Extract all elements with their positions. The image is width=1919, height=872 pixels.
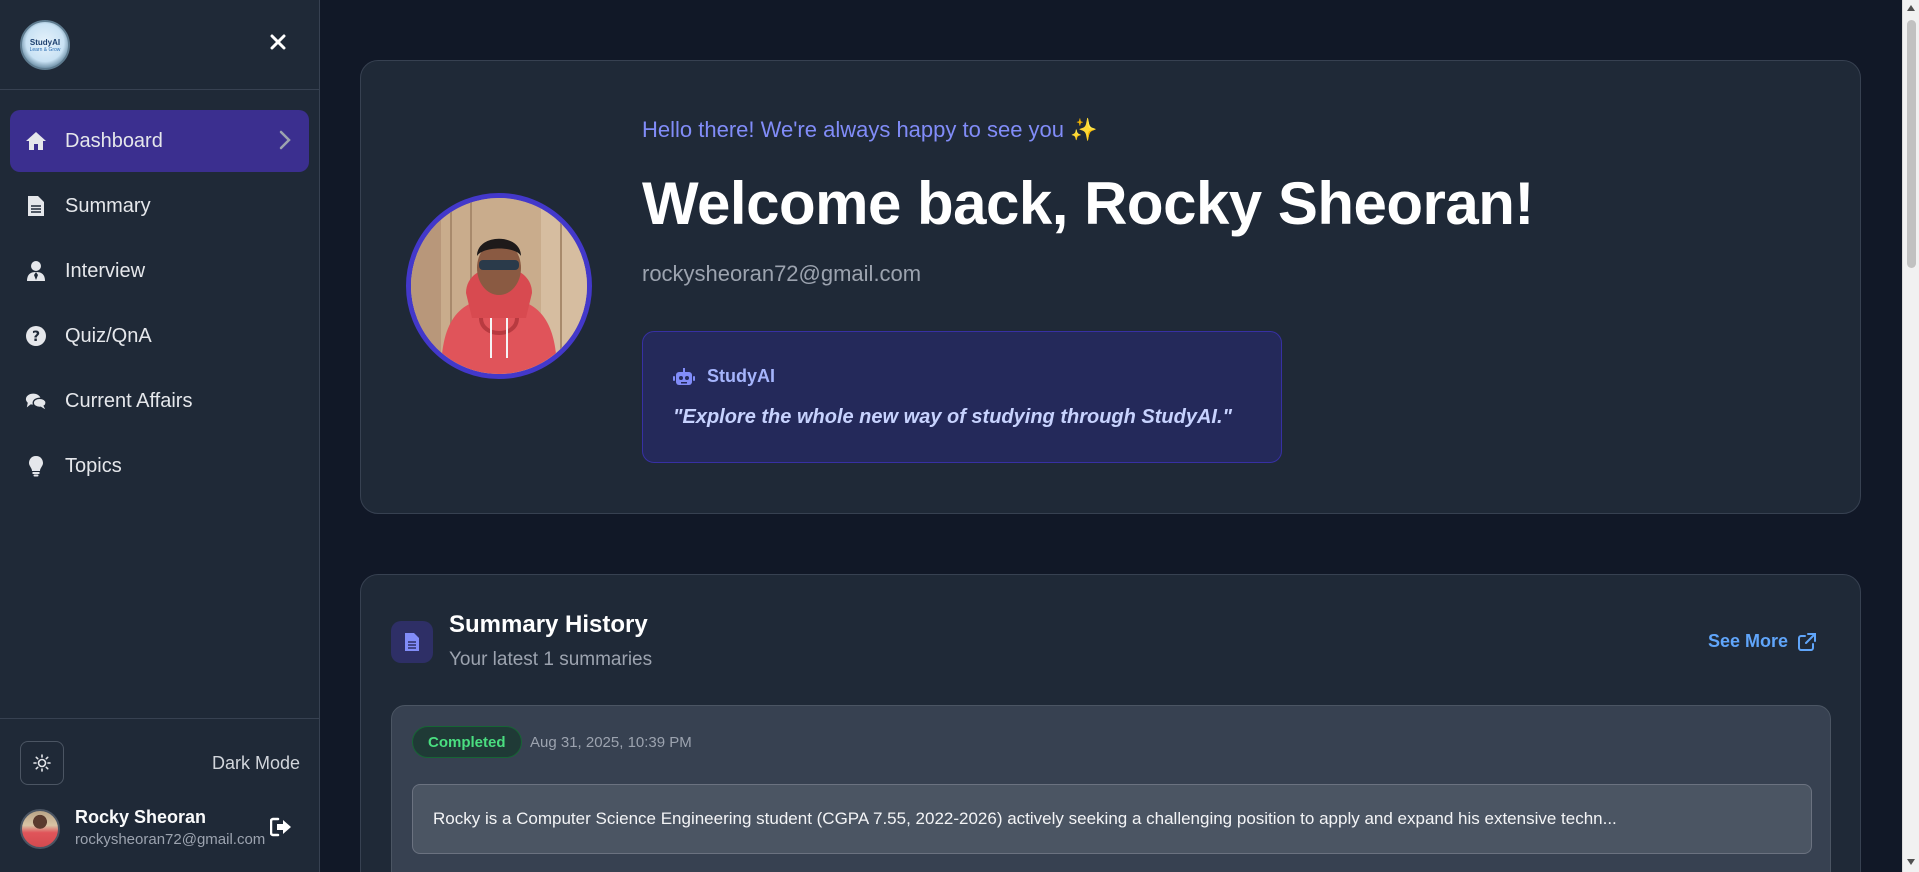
quote-text: "Explore the whole new way of studying t… bbox=[673, 406, 1232, 428]
lightbulb-icon bbox=[25, 455, 47, 477]
sidebar-item-quiz[interactable]: ? Quiz/QnA bbox=[10, 305, 309, 367]
summary-icon-badge bbox=[391, 621, 433, 663]
robot-icon bbox=[673, 367, 695, 385]
avatar bbox=[20, 809, 60, 849]
theme-toggle-button[interactable] bbox=[20, 741, 64, 785]
sidebar-item-current-affairs[interactable]: Current Affairs bbox=[10, 370, 309, 432]
sidebar-item-label: Current Affairs bbox=[65, 389, 193, 412]
user-name: Rocky Sheoran bbox=[75, 807, 207, 827]
sidebar-item-dashboard[interactable]: Dashboard bbox=[10, 110, 309, 172]
section-subtitle: Your latest 1 summaries bbox=[449, 649, 653, 670]
logo-text: StudyAI bbox=[29, 37, 61, 47]
summary-history-card: Summary History Your latest 1 summaries … bbox=[360, 574, 1861, 872]
close-sidebar-button[interactable] bbox=[266, 30, 290, 54]
close-icon bbox=[270, 34, 286, 50]
welcome-card: Hello there! We're always happy to see y… bbox=[360, 60, 1861, 514]
sidebar-item-label: Summary bbox=[65, 194, 151, 217]
greeting-text: Hello there! We're always happy to see y… bbox=[642, 117, 1098, 142]
sidebar-item-interview[interactable]: Interview bbox=[10, 240, 309, 302]
sidebar-item-label: Interview bbox=[65, 259, 146, 282]
svg-text:?: ? bbox=[32, 329, 40, 345]
quote-card: StudyAI "Explore the whole new way of st… bbox=[642, 331, 1282, 463]
sidebar-item-label: Topics bbox=[65, 454, 122, 477]
question-circle-icon: ? bbox=[25, 325, 47, 347]
status-badge: Completed bbox=[412, 726, 522, 758]
scrollbar-thumb[interactable] bbox=[1907, 20, 1916, 268]
summary-preview-text: Rocky is a Computer Science Engineering … bbox=[412, 784, 1812, 854]
main-content: Hello there! We're always happy to see y… bbox=[320, 0, 1902, 872]
logout-button[interactable] bbox=[269, 817, 294, 841]
external-link-icon bbox=[1798, 632, 1816, 651]
see-more-link[interactable]: See More bbox=[1708, 631, 1816, 652]
chevron-right-icon bbox=[279, 130, 291, 150]
list-item[interactable]: Completed Aug 31, 2025, 10:39 PM Rocky i… bbox=[391, 705, 1831, 872]
page-scrollbar[interactable] bbox=[1902, 0, 1919, 872]
sidebar-item-label: Dashboard bbox=[65, 129, 163, 152]
sidebar-nav: Dashboard Summary Interview ? Quiz/QnA C… bbox=[0, 90, 319, 520]
scroll-down-arrow-icon[interactable] bbox=[1907, 859, 1915, 865]
sidebar-footer: Dark Mode Rocky Sheoran rockysheoran72@g… bbox=[0, 718, 320, 872]
sidebar: StudyAI Learn & Grow Dashboard Summary I… bbox=[0, 0, 320, 872]
profile-avatar bbox=[406, 193, 592, 379]
file-text-icon bbox=[405, 633, 419, 651]
page-title: Welcome back, Rocky Sheoran! bbox=[642, 170, 1534, 237]
app-logo[interactable]: StudyAI Learn & Grow bbox=[20, 20, 70, 70]
quote-brand: StudyAI bbox=[707, 366, 776, 386]
timestamp: Aug 31, 2025, 10:39 PM bbox=[530, 734, 692, 751]
sidebar-header: StudyAI Learn & Grow bbox=[0, 0, 319, 90]
comments-icon bbox=[25, 390, 47, 412]
theme-label: Dark Mode bbox=[211, 753, 300, 773]
sidebar-item-topics[interactable]: Topics bbox=[10, 435, 309, 497]
sidebar-item-label: Quiz/QnA bbox=[65, 324, 152, 347]
scroll-up-arrow-icon[interactable] bbox=[1907, 5, 1915, 11]
user-email: rockysheoran72@gmail.com bbox=[642, 261, 922, 286]
sun-icon bbox=[33, 754, 51, 772]
quote-header: StudyAI bbox=[673, 366, 775, 387]
user-tie-icon bbox=[25, 260, 47, 282]
home-icon bbox=[25, 130, 47, 152]
section-title: Summary History bbox=[449, 611, 648, 638]
logo-subtext: Learn & Grow bbox=[29, 46, 61, 53]
user-email: rockysheoran72@gmail.com bbox=[75, 831, 266, 848]
sidebar-item-summary[interactable]: Summary bbox=[10, 175, 309, 237]
logout-icon bbox=[269, 817, 291, 837]
file-text-icon bbox=[25, 195, 47, 217]
see-more-label: See More bbox=[1707, 631, 1788, 651]
